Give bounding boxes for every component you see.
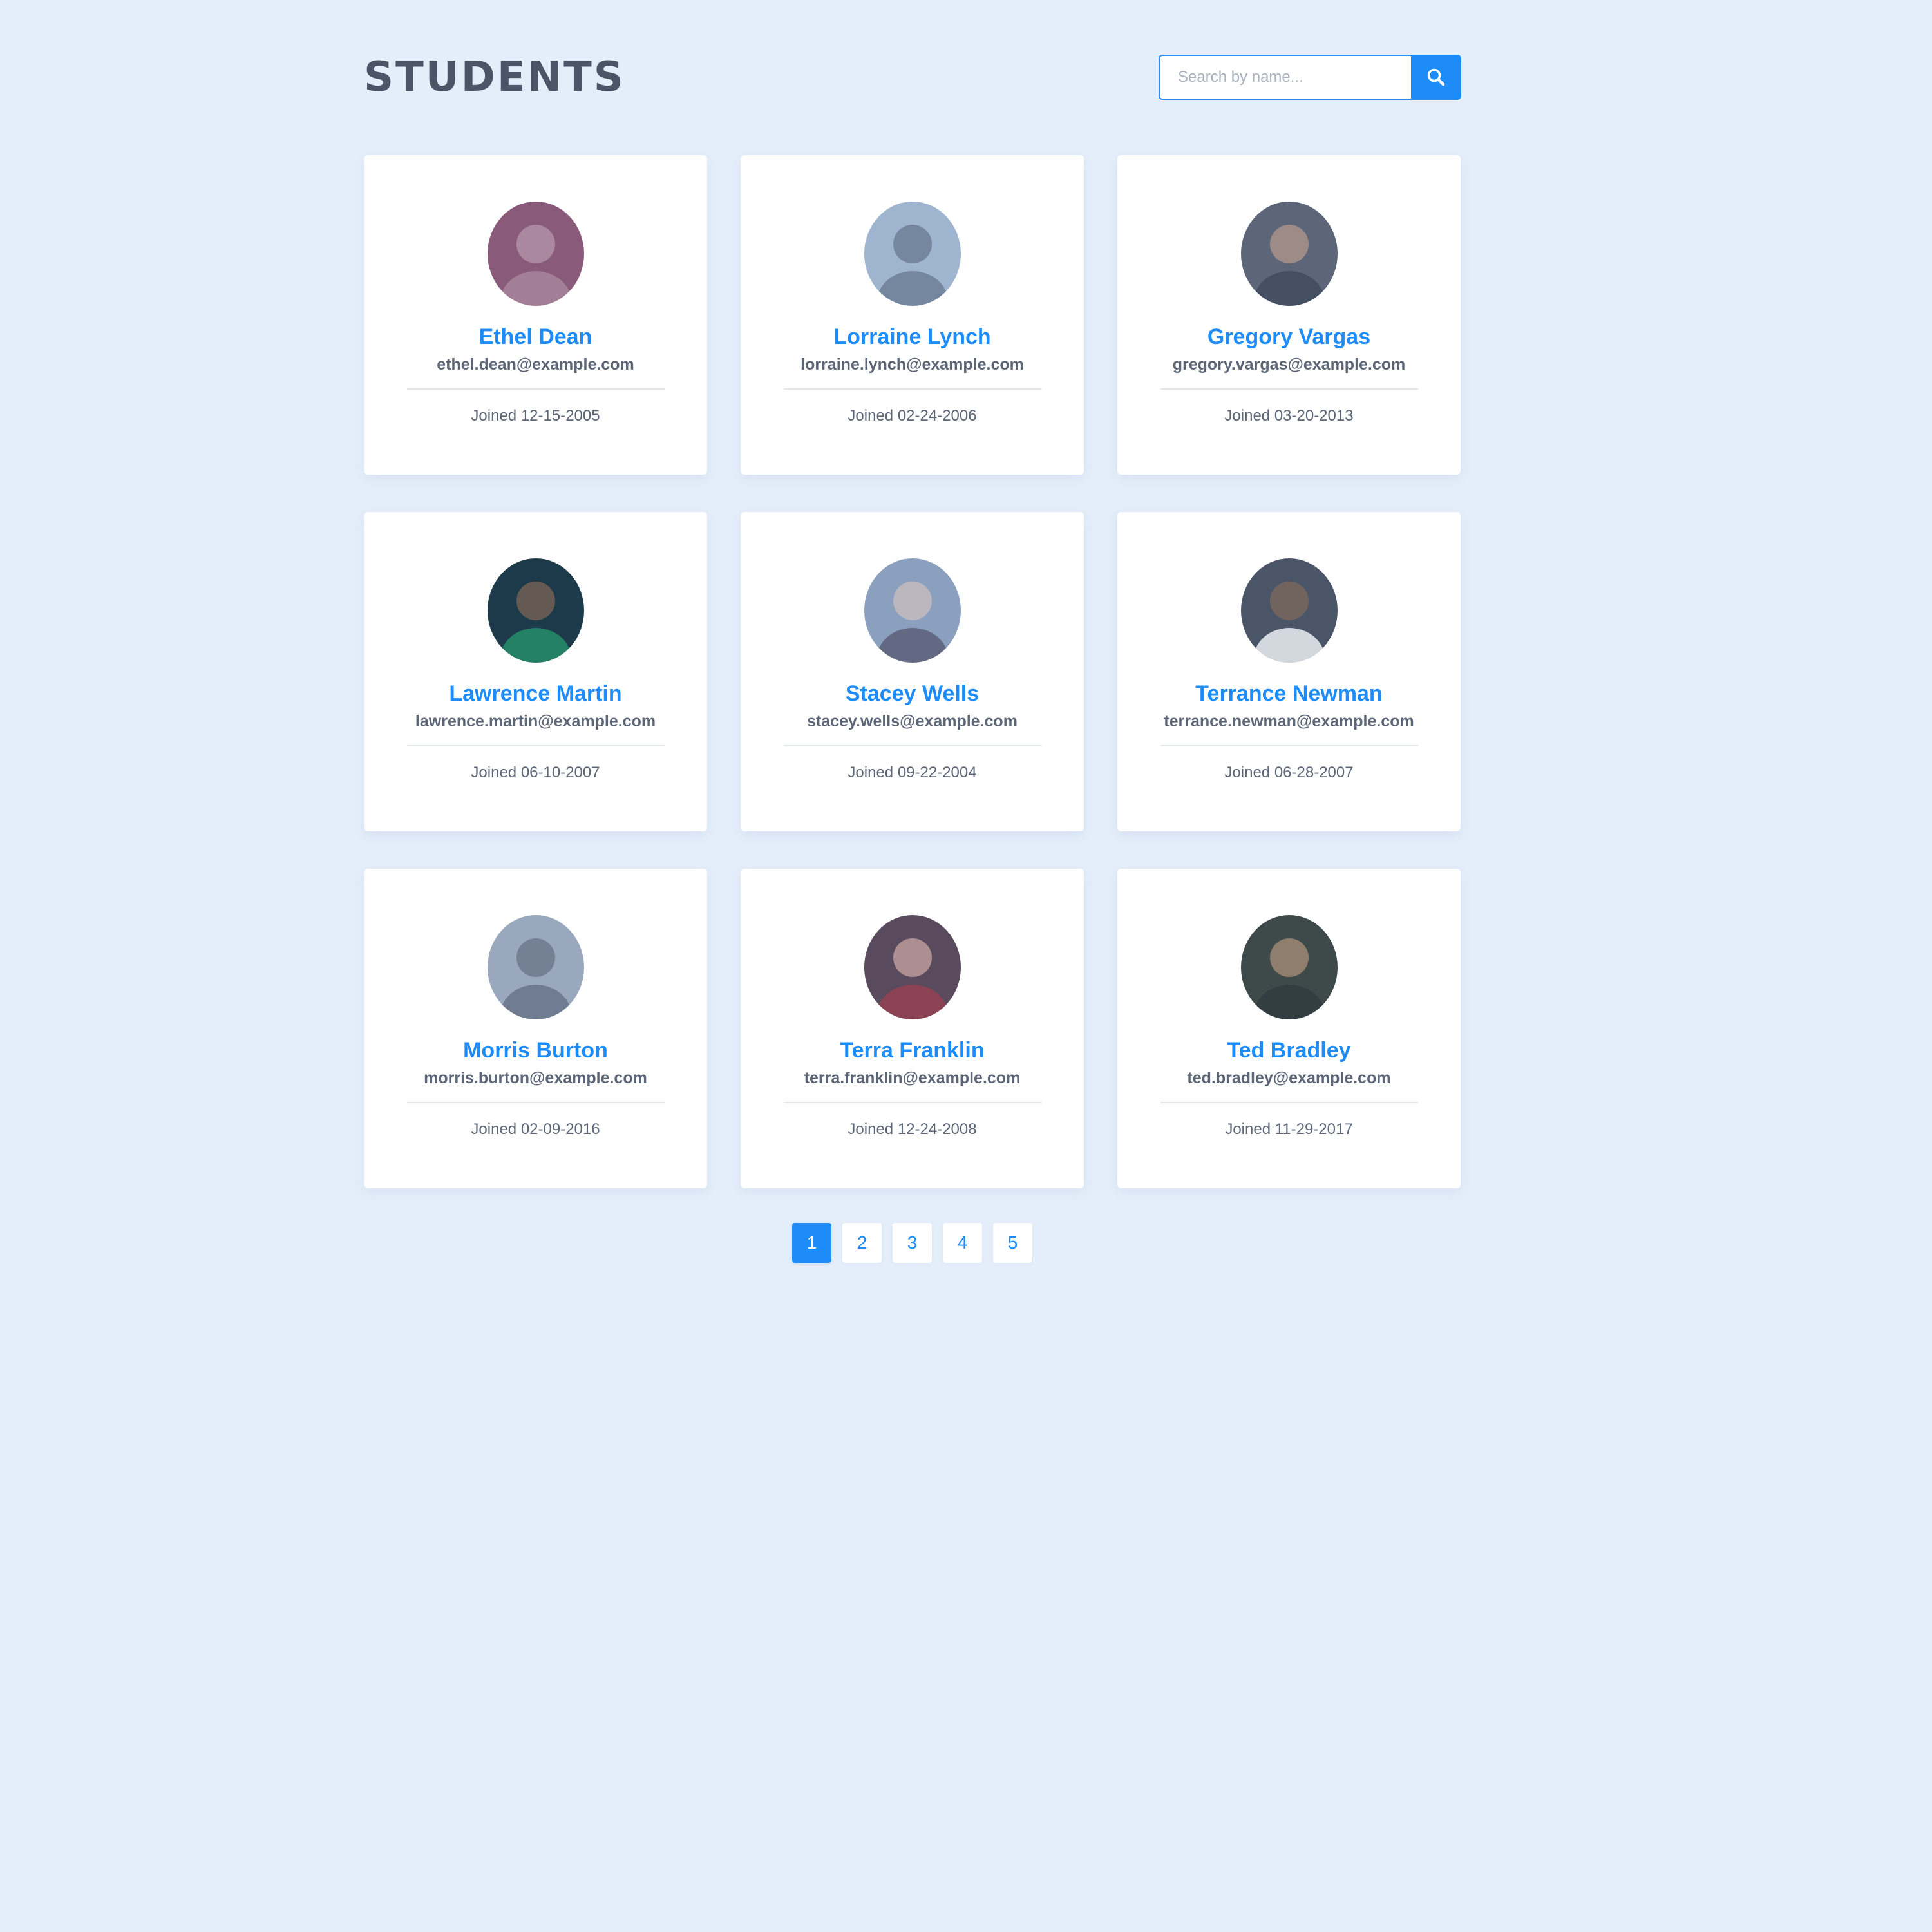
joined-date: Joined 09-22-2004: [848, 764, 977, 781]
avatar: [1240, 558, 1338, 663]
student-card: Stacey Wells stacey.wells@example.com Jo…: [741, 512, 1084, 831]
page-link-1[interactable]: 1: [792, 1223, 831, 1263]
search-input[interactable]: [1159, 55, 1411, 100]
student-name[interactable]: Terra Franklin: [840, 1036, 984, 1065]
student-email: lawrence.martin@example.com: [415, 712, 656, 730]
page-title: STUDENTS: [364, 53, 625, 101]
student-card: Ethel Dean ethel.dean@example.com Joined…: [364, 155, 707, 475]
student-name[interactable]: Lorraine Lynch: [833, 323, 990, 351]
joined-date: Joined 12-24-2008: [848, 1121, 977, 1138]
student-name[interactable]: Lawrence Martin: [449, 679, 621, 708]
student-email: stacey.wells@example.com: [807, 712, 1018, 730]
card-divider: [783, 388, 1041, 390]
avatar: [864, 558, 961, 663]
avatar: [1240, 202, 1338, 306]
student-email: morris.burton@example.com: [424, 1069, 647, 1087]
joined-date: Joined 06-28-2007: [1224, 764, 1354, 781]
student-grid: Ethel Dean ethel.dean@example.com Joined…: [364, 155, 1461, 1188]
avatar: [487, 202, 584, 306]
student-card: Lawrence Martin lawrence.martin@example.…: [364, 512, 707, 831]
avatar: [487, 915, 584, 1019]
page-link-3[interactable]: 3: [893, 1223, 932, 1263]
card-divider: [406, 388, 665, 390]
student-email: terra.franklin@example.com: [804, 1069, 1021, 1087]
student-card: Terra Franklin terra.franklin@example.co…: [741, 869, 1084, 1188]
student-name[interactable]: Morris Burton: [463, 1036, 608, 1065]
student-email: ethel.dean@example.com: [437, 355, 634, 374]
student-card: Terrance Newman terrance.newman@example.…: [1117, 512, 1461, 831]
joined-date: Joined 11-29-2017: [1225, 1121, 1353, 1138]
page-header: STUDENTS: [364, 52, 1461, 103]
page-link-5[interactable]: 5: [993, 1223, 1032, 1263]
student-email: gregory.vargas@example.com: [1172, 355, 1406, 374]
avatar: [864, 202, 961, 306]
page-link-4[interactable]: 4: [943, 1223, 982, 1263]
search-icon: [1427, 68, 1445, 86]
student-name[interactable]: Gregory Vargas: [1208, 323, 1370, 351]
joined-date: Joined 06-10-2007: [471, 764, 600, 781]
student-name[interactable]: Terrance Newman: [1195, 679, 1382, 708]
joined-date: Joined 02-09-2016: [471, 1121, 600, 1138]
card-divider: [783, 1102, 1041, 1103]
joined-date: Joined 03-20-2013: [1224, 407, 1354, 424]
pagination: 1 2 3 4 5: [792, 1223, 1032, 1263]
student-email: ted.bradley@example.com: [1187, 1069, 1391, 1087]
card-divider: [1160, 745, 1418, 746]
card-divider: [1160, 1102, 1418, 1103]
card-divider: [1160, 388, 1418, 390]
student-name[interactable]: Ethel Dean: [479, 323, 592, 351]
student-name[interactable]: Stacey Wells: [846, 679, 979, 708]
student-email: lorraine.lynch@example.com: [800, 355, 1024, 374]
search-button[interactable]: [1411, 55, 1461, 100]
card-divider: [406, 1102, 665, 1103]
student-card: Morris Burton morris.burton@example.com …: [364, 869, 707, 1188]
avatar: [1240, 915, 1338, 1019]
joined-date: Joined 12-15-2005: [471, 407, 600, 424]
student-email: terrance.newman@example.com: [1164, 712, 1414, 730]
search-bar: [1159, 55, 1461, 100]
student-card: Ted Bradley ted.bradley@example.com Join…: [1117, 869, 1461, 1188]
student-card: Gregory Vargas gregory.vargas@example.co…: [1117, 155, 1461, 475]
student-name[interactable]: Ted Bradley: [1227, 1036, 1350, 1065]
card-divider: [783, 745, 1041, 746]
page-link-2[interactable]: 2: [842, 1223, 882, 1263]
joined-date: Joined 02-24-2006: [848, 407, 977, 424]
avatar: [487, 558, 584, 663]
student-card: Lorraine Lynch lorraine.lynch@example.co…: [741, 155, 1084, 475]
avatar: [864, 915, 961, 1019]
card-divider: [406, 745, 665, 746]
